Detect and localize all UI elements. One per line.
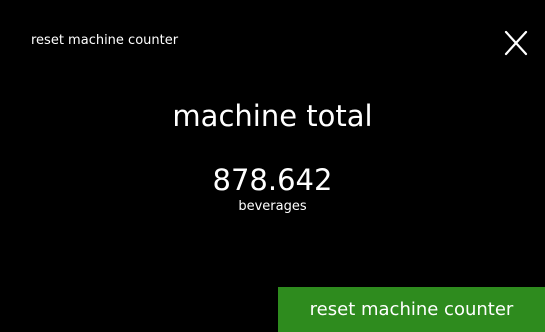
machine-total-heading: machine total (172, 99, 373, 133)
reset-counter-screen: reset machine counter machine total 878.… (0, 0, 545, 332)
close-button[interactable] (497, 24, 535, 62)
screen-title: reset machine counter (31, 33, 179, 48)
counter-unit-label: beverages (238, 199, 307, 214)
counter-value: 878.642 (212, 163, 333, 197)
reset-machine-counter-button[interactable]: reset machine counter (278, 287, 545, 332)
close-icon (504, 30, 528, 56)
